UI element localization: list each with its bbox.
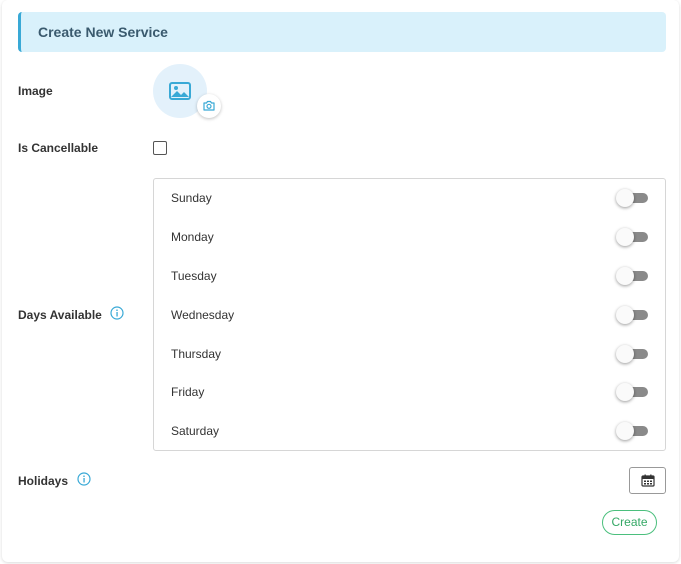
day-toggle-friday[interactable] <box>616 383 650 401</box>
day-toggle-sunday[interactable] <box>616 189 650 207</box>
day-row-wednesday: Wednesday <box>154 305 665 325</box>
days-list: Sunday Monday Tuesday Wednesday Thursday… <box>153 178 666 451</box>
day-row-friday: Friday <box>154 382 665 402</box>
day-label: Saturday <box>171 424 220 438</box>
calendar-icon <box>641 474 655 487</box>
image-label: Image <box>18 84 53 98</box>
days-info-icon[interactable] <box>110 306 124 320</box>
holidays-info-icon[interactable] <box>77 472 91 486</box>
day-row-saturday: Saturday <box>154 421 665 441</box>
day-row-tuesday: Tuesday <box>154 266 665 286</box>
holidays-calendar-button[interactable] <box>629 467 666 494</box>
day-toggle-saturday[interactable] <box>616 422 650 440</box>
day-label: Monday <box>171 230 214 244</box>
image-icon <box>169 82 191 100</box>
day-row-thursday: Thursday <box>154 344 665 364</box>
cancellable-checkbox[interactable] <box>153 141 167 155</box>
form-header: Create New Service <box>18 12 666 52</box>
day-toggle-tuesday[interactable] <box>616 267 650 285</box>
day-label: Sunday <box>171 191 212 205</box>
day-row-sunday: Sunday <box>154 188 665 208</box>
page-title: Create New Service <box>38 24 168 40</box>
day-label: Thursday <box>171 347 222 361</box>
day-toggle-monday[interactable] <box>616 228 650 246</box>
day-row-monday: Monday <box>154 227 665 247</box>
create-button[interactable]: Create <box>602 510 657 535</box>
cancellable-label: Is Cancellable <box>18 141 99 155</box>
day-label: Tuesday <box>171 269 217 283</box>
upload-image-button[interactable] <box>197 94 221 118</box>
days-available-label: Days Available <box>18 308 102 322</box>
day-label: Friday <box>171 385 205 399</box>
day-label: Wednesday <box>171 308 235 322</box>
day-toggle-thursday[interactable] <box>616 345 650 363</box>
holidays-label: Holidays <box>18 474 69 488</box>
camera-icon <box>203 100 215 111</box>
day-toggle-wednesday[interactable] <box>616 306 650 324</box>
